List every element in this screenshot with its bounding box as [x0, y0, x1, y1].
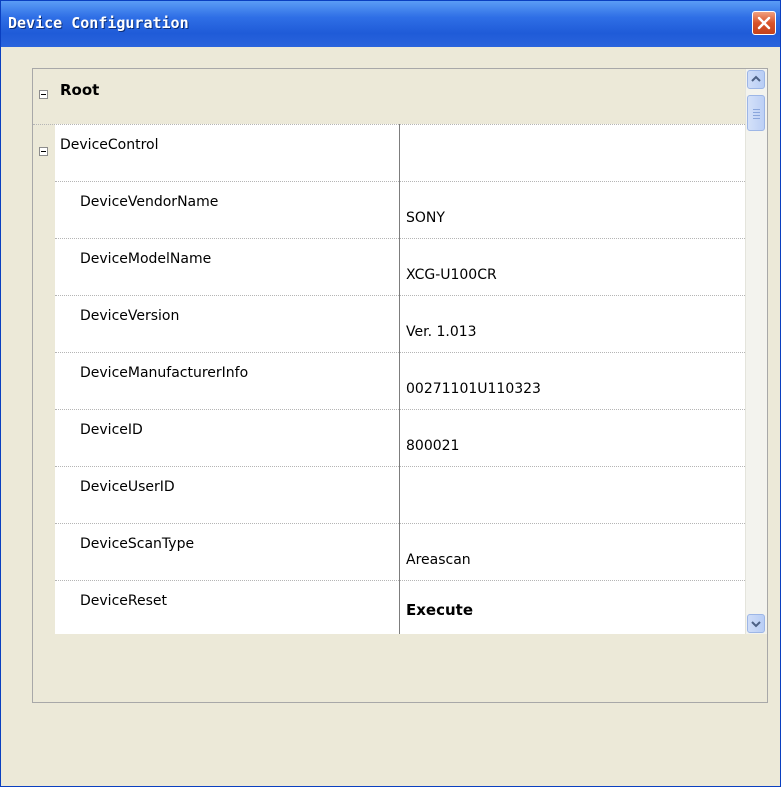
execute-button[interactable]: Execute	[406, 601, 473, 619]
property-name: DeviceModelName	[80, 251, 212, 267]
property-name: DeviceVersion	[80, 308, 180, 324]
category-row-devicecontrol[interactable]: DeviceControl	[33, 124, 745, 182]
property-row[interactable]: DeviceScanType Areascan	[55, 523, 745, 581]
property-grid: Root DeviceControl DeviceVendorName SONY…	[32, 68, 768, 636]
category-label-devicecontrol: DeviceControl	[60, 137, 159, 153]
collapse-icon[interactable]	[39, 90, 48, 99]
property-name: DeviceVendorName	[80, 194, 219, 210]
property-value[interactable]: Ver. 1.013	[406, 324, 477, 340]
vertical-scrollbar[interactable]	[745, 69, 767, 635]
grip-line	[753, 115, 760, 116]
grip-line	[753, 112, 760, 113]
property-row[interactable]: DeviceManufacturerInfo 00271101U110323	[55, 352, 745, 410]
close-icon	[757, 16, 771, 30]
property-row[interactable]: DeviceID 800021	[55, 409, 745, 467]
title-bar[interactable]: Device Configuration	[1, 1, 780, 47]
property-name: DeviceManufacturerInfo	[80, 365, 249, 381]
category-row-root[interactable]: Root	[33, 69, 745, 124]
property-name: DeviceReset	[80, 593, 167, 609]
property-name: DeviceID	[80, 422, 143, 438]
property-name: DeviceUserID	[80, 479, 175, 495]
property-value[interactable]: Areascan	[406, 552, 471, 568]
scroll-down-button[interactable]	[747, 614, 765, 633]
grip-line	[753, 109, 760, 110]
scroll-thumb[interactable]	[747, 95, 765, 131]
property-value[interactable]: 00271101U110323	[406, 381, 541, 397]
property-row[interactable]: DeviceUserID	[55, 466, 745, 524]
device-configuration-window: Device Configuration Root DeviceControl …	[0, 0, 781, 787]
grip-line	[753, 118, 760, 119]
close-button[interactable]	[752, 11, 776, 35]
description-panel	[32, 634, 768, 703]
category-label-root: Root	[60, 81, 100, 99]
property-name: DeviceScanType	[80, 536, 195, 552]
property-value[interactable]: 800021	[406, 438, 459, 454]
scroll-up-button[interactable]	[747, 70, 765, 89]
chevron-down-icon	[751, 621, 761, 628]
property-row[interactable]: DeviceVendorName SONY	[55, 181, 745, 239]
property-value[interactable]: SONY	[406, 210, 445, 226]
chevron-up-icon	[751, 75, 761, 82]
collapse-icon[interactable]	[39, 147, 48, 156]
property-row[interactable]: DeviceModelName XCG-U100CR	[55, 238, 745, 296]
window-title: Device Configuration	[8, 14, 189, 32]
column-splitter[interactable]	[399, 124, 400, 635]
property-row[interactable]: DeviceVersion Ver. 1.013	[55, 295, 745, 353]
property-value[interactable]: XCG-U100CR	[406, 267, 497, 283]
property-row[interactable]: DeviceReset Execute	[55, 580, 745, 635]
